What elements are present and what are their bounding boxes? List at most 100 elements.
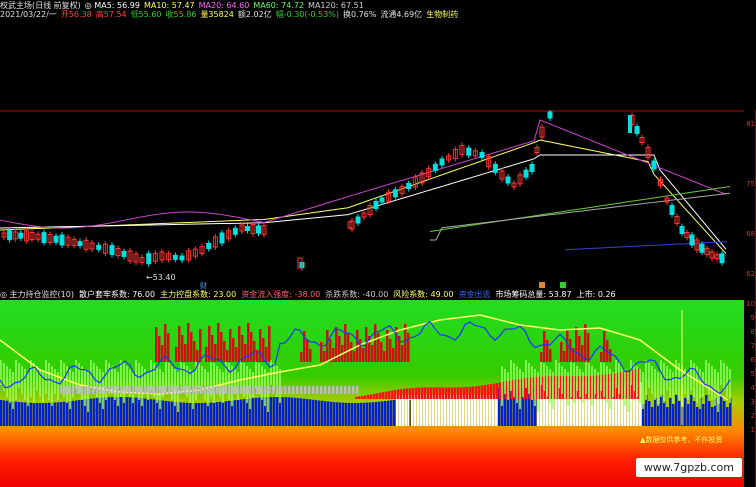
green-bar <box>666 366 668 391</box>
volume-bar <box>312 399 315 426</box>
price-axis-label: 75 <box>746 180 755 188</box>
gray-band <box>132 386 135 394</box>
red-wedge-bar <box>394 389 397 399</box>
gray-band <box>316 386 319 394</box>
gray-band <box>136 386 139 394</box>
red-top-bar <box>326 330 329 362</box>
green-bar <box>612 372 614 397</box>
green-bar <box>570 360 572 397</box>
quote-item-7: 幅-0.30(-0.53%) <box>275 10 339 19</box>
red-wedge-bar <box>355 396 358 399</box>
candle-body <box>179 255 185 261</box>
volume-bar <box>168 401 171 426</box>
volume-bar <box>75 400 78 426</box>
volume-bar <box>342 402 345 426</box>
volume-bar <box>138 397 141 426</box>
price-kline-chart[interactable]: ←53.40财 <box>0 110 744 290</box>
candle-body <box>669 205 675 215</box>
quote-item-2: 高57.54 <box>95 10 127 19</box>
event-marker <box>539 282 545 288</box>
candle-body <box>379 197 385 203</box>
red-wedge-bar <box>433 387 436 399</box>
candle-body <box>77 241 83 247</box>
gray-band <box>60 386 63 394</box>
volume-bar <box>456 395 459 426</box>
red-wedge-bar <box>418 387 421 399</box>
green-bar <box>651 366 653 394</box>
price-axis-label: 62 <box>746 270 755 278</box>
candle-body <box>479 152 485 158</box>
red-wedge-bar <box>409 388 412 399</box>
volume-bar <box>675 395 678 426</box>
volume-bar <box>6 400 9 426</box>
red-top-bar <box>265 347 268 362</box>
gray-band <box>84 386 87 394</box>
volume-bar <box>357 402 360 426</box>
volume-bar <box>153 399 156 426</box>
red-top-bar <box>309 349 312 362</box>
quote-item-1: 开56.38 <box>60 10 92 19</box>
gray-band <box>104 386 107 394</box>
red-top-bar <box>184 344 187 362</box>
volume-bar <box>324 401 327 426</box>
green-bar <box>246 366 248 403</box>
gray-band <box>312 386 315 394</box>
red-top-bar <box>353 351 356 362</box>
candle-body <box>432 163 438 171</box>
red-top-bar <box>383 351 386 362</box>
green-bar <box>672 372 674 403</box>
green-bar <box>24 369 26 400</box>
red-top-bar <box>220 332 223 362</box>
red-top-bar <box>187 323 190 362</box>
red-wedge-bar <box>439 387 442 399</box>
red-wedge-bar <box>370 394 373 399</box>
volume-bar <box>147 398 150 426</box>
volume-bar <box>387 400 390 426</box>
green-bar <box>558 363 560 388</box>
gray-band <box>188 386 191 394</box>
candle-body <box>492 163 498 173</box>
volume-bar <box>150 399 153 426</box>
main-force-indicator-panel[interactable]: ▲数据仅供参考，不作投资 <box>0 300 744 487</box>
green-bar <box>15 360 17 400</box>
red-top-bar <box>569 339 572 362</box>
volume-bar <box>0 400 3 426</box>
red-top-bar <box>600 352 603 362</box>
volume-bar <box>24 402 27 426</box>
volume-bar <box>297 398 300 426</box>
volume-bar <box>126 397 129 426</box>
volume-bar <box>39 402 42 426</box>
gray-band <box>68 386 71 394</box>
gray-band <box>92 386 95 394</box>
gray-band <box>200 386 203 394</box>
red-top-bar <box>268 326 271 362</box>
red-wedge-bar <box>376 393 379 399</box>
green-bar <box>546 366 548 397</box>
volume-bar <box>243 399 246 426</box>
red-top-bar <box>175 347 178 362</box>
red-top-bar <box>226 350 229 362</box>
volume-bar <box>474 395 477 426</box>
red-top-bar <box>581 345 584 362</box>
red-top-bar <box>338 336 341 362</box>
green-bar <box>534 369 536 406</box>
red-wedge-bar <box>400 389 403 399</box>
red-wedge-bar <box>397 389 400 399</box>
red-wedge-bar <box>391 390 394 399</box>
candle-body <box>719 253 725 264</box>
gray-band <box>348 386 351 394</box>
green-bar <box>648 363 650 388</box>
candle-body <box>547 111 553 119</box>
volume-bar <box>405 395 408 426</box>
green-bar <box>549 369 551 403</box>
volume-bar <box>390 400 393 426</box>
volume-bar <box>165 400 168 426</box>
gray-band <box>108 386 111 394</box>
volume-bar <box>414 395 417 426</box>
volume-bar <box>108 397 111 426</box>
gray-band <box>324 386 327 394</box>
gray-band <box>228 386 231 394</box>
volume-bar <box>30 402 33 426</box>
red-top-bar <box>347 333 350 362</box>
volume-bar <box>360 402 363 426</box>
